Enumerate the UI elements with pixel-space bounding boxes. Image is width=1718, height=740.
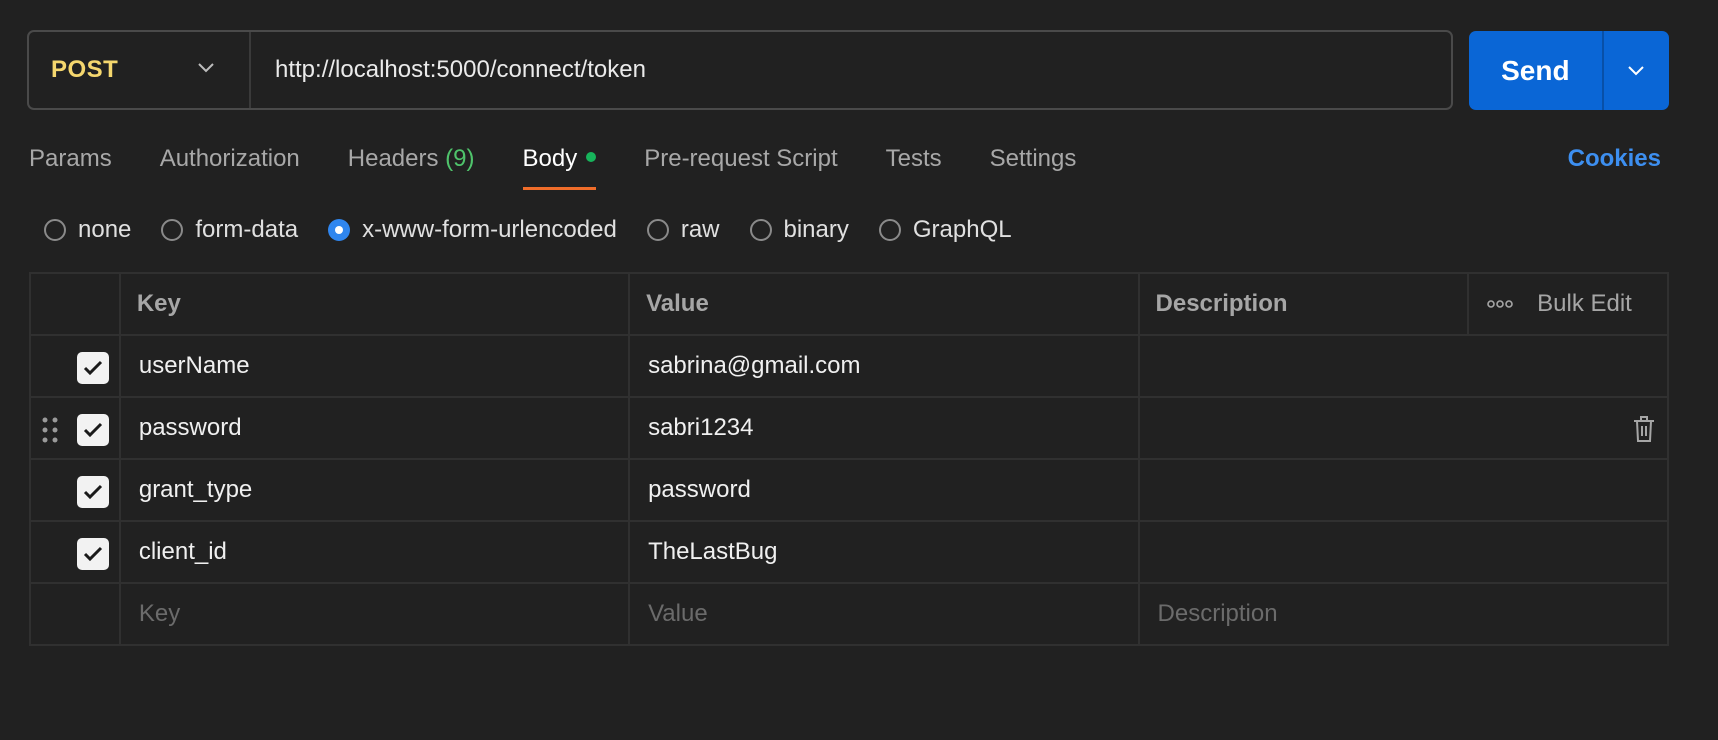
- new-description-input[interactable]: Description: [1137, 582, 1670, 646]
- body-params-table: Key Value Description Bulk Edit userName…: [29, 272, 1670, 646]
- tab-tests[interactable]: Tests: [886, 140, 942, 190]
- row-checkbox[interactable]: [77, 538, 109, 570]
- radio-circle: [161, 219, 184, 241]
- row-key[interactable]: userName: [118, 334, 631, 398]
- request-url-bar: POST: [27, 30, 1453, 110]
- request-tabs: Params Authorization Headers (9) Body Pr…: [29, 140, 1124, 190]
- method-label: POST: [51, 56, 119, 83]
- radio-x-www-form-urlencoded[interactable]: x-www-form-urlencoded: [328, 216, 617, 244]
- cookies-link[interactable]: Cookies: [1568, 140, 1661, 178]
- radio-binary[interactable]: binary: [749, 216, 849, 244]
- tab-label: Settings: [989, 145, 1077, 172]
- url-input[interactable]: [251, 31, 1451, 109]
- headers-count: (9): [445, 145, 475, 172]
- new-value-input[interactable]: Value: [628, 582, 1140, 646]
- row-value[interactable]: TheLastBug: [628, 520, 1140, 584]
- chevron-down-icon: [198, 63, 214, 73]
- row-checkbox-cell: [29, 458, 121, 522]
- drag-handle-icon[interactable]: [42, 416, 58, 444]
- checkmark-icon: [83, 422, 103, 438]
- send-button[interactable]: Send: [1469, 31, 1602, 110]
- row-key[interactable]: grant_type: [118, 458, 631, 522]
- radio-raw[interactable]: raw: [646, 216, 720, 244]
- radio-label: x-www-form-urlencoded: [362, 216, 617, 243]
- send-options-button[interactable]: [1601, 31, 1669, 110]
- send-button-group: Send: [1469, 31, 1669, 110]
- radio-label: GraphQL: [912, 216, 1012, 243]
- row-value[interactable]: sabrina@gmail.com: [628, 334, 1140, 398]
- checkmark-icon: [83, 360, 103, 376]
- row-description[interactable]: [1137, 520, 1670, 584]
- radio-none[interactable]: none: [44, 216, 131, 244]
- tab-headers[interactable]: Headers (9): [348, 140, 475, 190]
- new-key-input[interactable]: Key: [118, 582, 631, 646]
- row-checkbox-cell: [29, 582, 121, 646]
- table-row: grant_type password: [29, 458, 1670, 522]
- row-value[interactable]: password: [628, 458, 1140, 522]
- tab-label: Tests: [885, 145, 942, 172]
- radio-circle: [44, 219, 66, 241]
- radio-label: raw: [680, 216, 720, 243]
- tab-label: Headers: [347, 145, 439, 172]
- row-checkbox[interactable]: [77, 414, 109, 446]
- body-indicator-dot: [586, 151, 597, 162]
- trash-icon[interactable]: [1633, 415, 1655, 443]
- radio-label: binary: [783, 216, 849, 243]
- tab-pre-request-script[interactable]: Pre-request Script: [644, 140, 837, 190]
- header-checkbox-col: [29, 272, 121, 336]
- row-key[interactable]: password: [118, 396, 631, 460]
- row-description[interactable]: [1137, 334, 1670, 398]
- table-row: userName sabrina@gmail.com: [29, 334, 1670, 398]
- tab-label: Authorization: [159, 145, 300, 172]
- radio-label: form-data: [195, 216, 299, 243]
- row-description[interactable]: [1137, 396, 1670, 460]
- row-description[interactable]: [1137, 458, 1670, 522]
- body-type-radios: none form-data x-www-form-urlencoded raw…: [44, 216, 1042, 244]
- table-header-row: Key Value Description Bulk Edit: [29, 272, 1669, 336]
- chevron-down-icon: [1628, 65, 1645, 75]
- bulk-edit-button[interactable]: Bulk Edit: [1537, 290, 1632, 318]
- radio-circle-checked: [328, 219, 351, 241]
- tab-settings[interactable]: Settings: [990, 140, 1077, 190]
- row-value[interactable]: sabri1234: [628, 396, 1140, 460]
- table-row: client_id TheLastBug: [29, 520, 1670, 584]
- row-checkbox[interactable]: [77, 352, 109, 384]
- header-description: Description: [1137, 272, 1470, 336]
- radio-circle: [878, 219, 901, 241]
- more-options-icon[interactable]: [1487, 300, 1513, 308]
- tab-label: Params: [29, 145, 112, 172]
- method-dropdown[interactable]: POST: [29, 32, 251, 108]
- tab-label: Body: [522, 145, 578, 172]
- radio-circle: [749, 219, 772, 241]
- tab-authorization[interactable]: Authorization: [160, 140, 300, 190]
- tab-label: Pre-request Script: [644, 145, 838, 172]
- table-row-new: Key Value Description: [29, 582, 1670, 646]
- table-row: password sabri1234: [29, 396, 1670, 460]
- radio-label: none: [78, 216, 132, 243]
- checkmark-icon: [83, 546, 103, 562]
- tab-params[interactable]: Params: [29, 140, 112, 190]
- header-key: Key: [118, 272, 631, 336]
- row-checkbox-cell: [29, 334, 121, 398]
- row-key[interactable]: client_id: [118, 520, 631, 584]
- row-checkbox[interactable]: [77, 476, 109, 508]
- row-checkbox-cell: [29, 396, 121, 460]
- radio-form-data[interactable]: form-data: [161, 216, 298, 244]
- header-value: Value: [628, 272, 1140, 336]
- row-checkbox-cell: [29, 520, 121, 584]
- radio-circle: [646, 219, 669, 241]
- radio-graphql[interactable]: GraphQL: [878, 216, 1012, 244]
- checkmark-icon: [83, 484, 103, 500]
- bulk-edit-group: Bulk Edit: [1487, 290, 1667, 318]
- header-actions: Bulk Edit: [1467, 272, 1669, 336]
- tab-body[interactable]: Body: [522, 140, 597, 190]
